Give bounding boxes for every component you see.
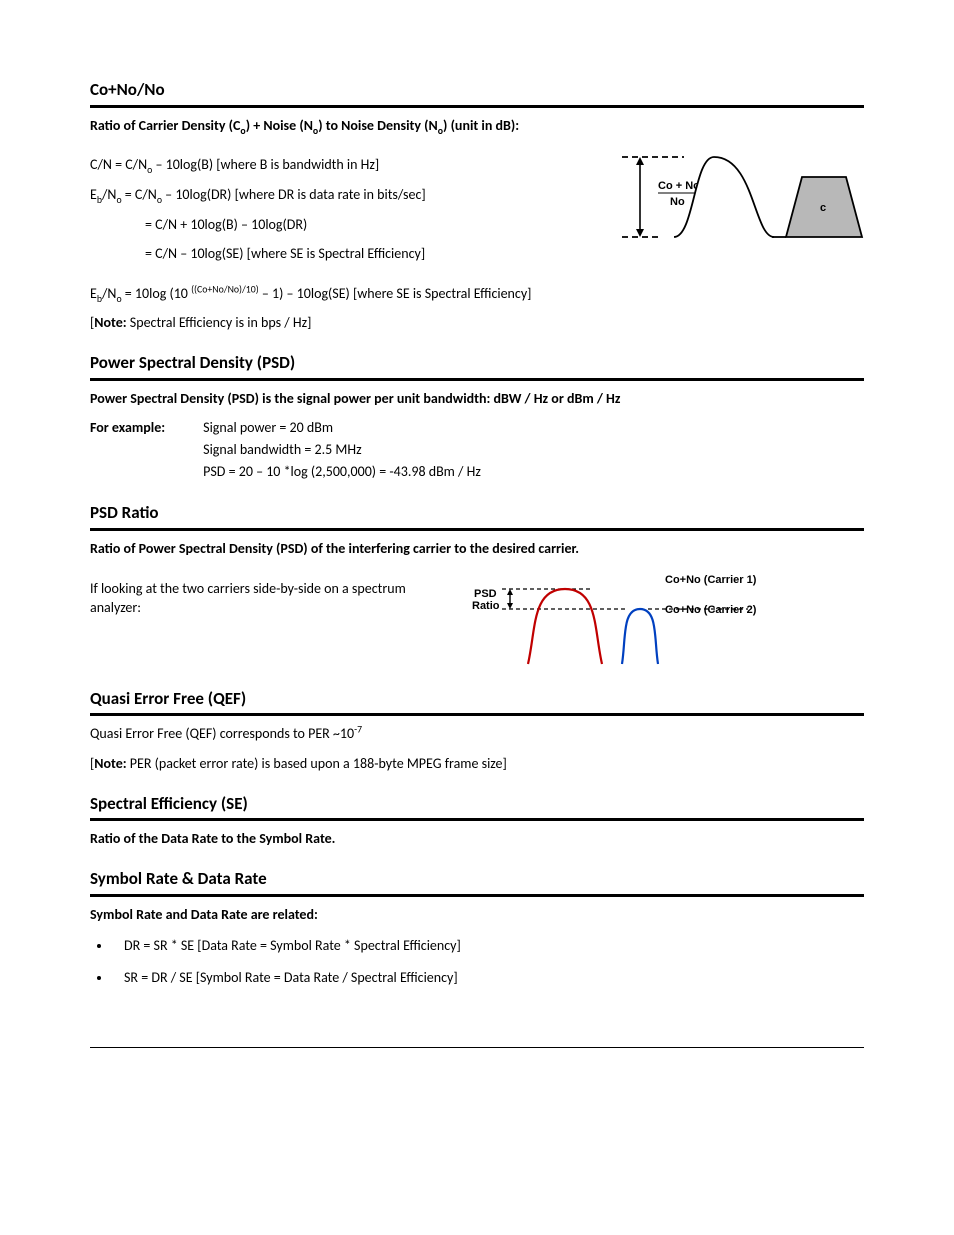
- equation-ebno-3: = C/N – 10log(SE) [where SE is Spectral …: [145, 244, 594, 264]
- equation-ebno-full: Eb/No = 10log (10 ((Co+No/No)/10) – 1) –…: [90, 284, 864, 304]
- figure-label-psd: PSD: [474, 588, 497, 600]
- heading-qef: Quasi Error Free (QEF): [90, 687, 864, 715]
- equation-ebno-1: Eb/No = C/No – 10log(DR) [where DR is da…: [90, 185, 594, 205]
- qef-body: Quasi Error Free (QEF) corresponds to PE…: [90, 724, 864, 744]
- definition-sr-dr: Symbol Rate and Data Rate are related:: [90, 905, 864, 925]
- example-line-2: Signal bandwidth = 2.5 MHz: [203, 440, 481, 460]
- footer-rule: [90, 1047, 864, 1048]
- heading-sr-dr: Symbol Rate & Data Rate: [90, 867, 864, 895]
- psd-ratio-body: If looking at the two carriers side-by-s…: [90, 579, 450, 618]
- note-spectral-efficiency: [Note: Spectral Efficiency is in bps / H…: [90, 313, 864, 333]
- figure-label-ratio: Ratio: [472, 600, 500, 612]
- sr-dr-list: DR = SR * SE [Data Rate = Symbol Rate * …: [112, 936, 864, 987]
- qef-note: [Note: PER (packet error rate) is based …: [90, 754, 864, 774]
- figure-co-no-no: Co + No No c: [614, 145, 864, 255]
- definition-psd-ratio: Ratio of Power Spectral Density (PSD) of…: [90, 539, 864, 559]
- sr-dr-bullet-1: DR = SR * SE [Data Rate = Symbol Rate * …: [112, 936, 864, 956]
- definition-co-no-no: Ratio of Carrier Density (Co) + Noise (N…: [90, 116, 864, 136]
- psd-example: For example: Signal power = 20 dBm Signa…: [90, 418, 864, 483]
- figure-psd-ratio: PSD Ratio Co+No (Carrier 1) Co+No (Carri…: [470, 569, 780, 669]
- example-line-1: Signal power = 20 dBm: [203, 418, 481, 438]
- sr-dr-bullet-2: SR = DR / SE [Symbol Rate = Data Rate / …: [112, 968, 864, 988]
- figure-label-c: c: [820, 202, 826, 214]
- figure-label-carrier-1: Co+No (Carrier 1): [665, 574, 757, 586]
- figure-label-co-plus-no: Co + No: [658, 180, 700, 192]
- definition-se: Ratio of the Data Rate to the Symbol Rat…: [90, 829, 864, 849]
- figure-label-no: No: [670, 196, 685, 208]
- definition-psd: Power Spectral Density (PSD) is the sign…: [90, 389, 864, 409]
- figure-label-carrier-2: Co+No (Carrier 2): [665, 604, 757, 616]
- heading-co-no-no: Co+No/No: [90, 78, 864, 106]
- heading-psd-ratio: PSD Ratio: [90, 501, 864, 529]
- example-label: For example:: [90, 418, 165, 483]
- heading-psd: Power Spectral Density (PSD): [90, 351, 864, 379]
- heading-se: Spectral Efficiency (SE): [90, 792, 864, 820]
- equation-ebno-2: = C/N + 10log(B) – 10log(DR): [145, 215, 594, 235]
- equation-cn: C/N = C/No – 10log(B) [where B is bandwi…: [90, 155, 594, 175]
- example-line-3: PSD = 20 – 10 *log (2,500,000) = -43.98 …: [203, 462, 481, 482]
